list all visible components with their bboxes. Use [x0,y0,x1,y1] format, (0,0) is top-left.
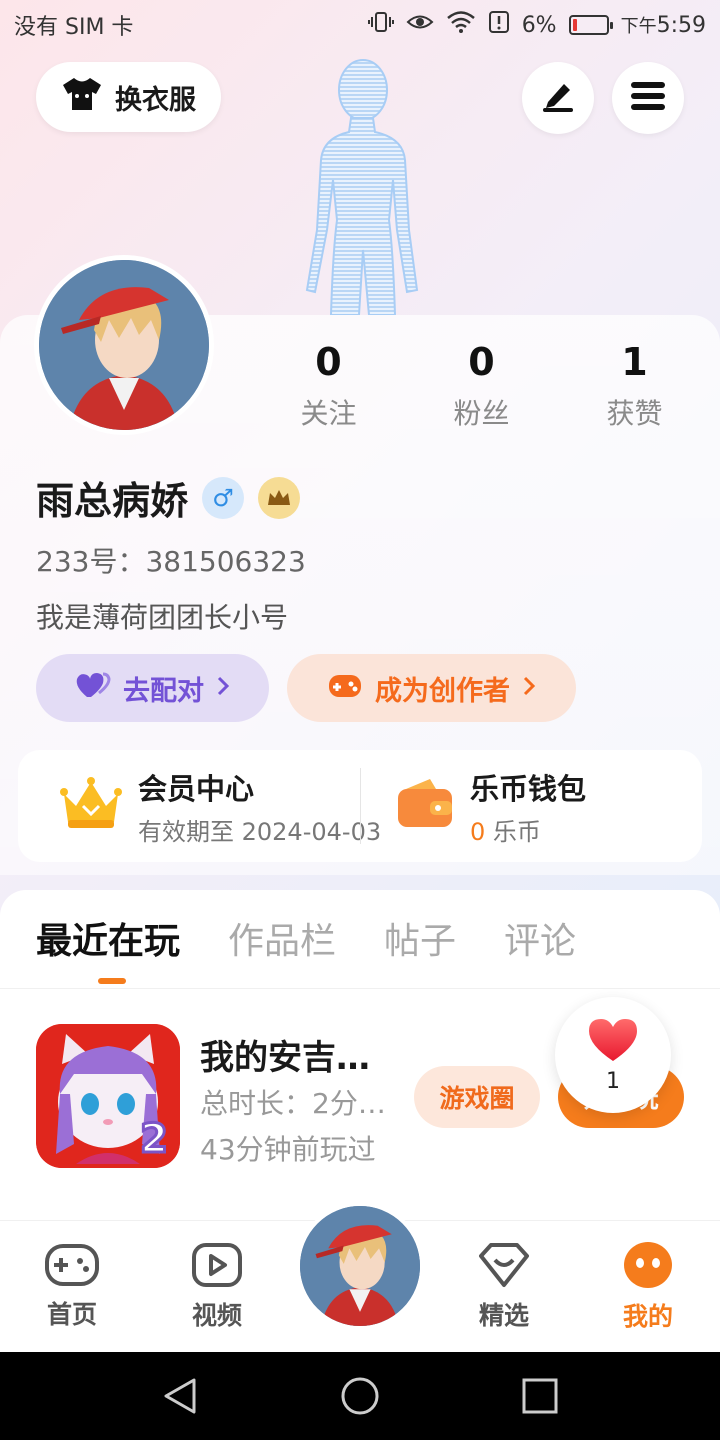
vibrate-icon [367,10,394,40]
carrier-text: 没有 SIM 卡 [14,15,134,40]
stat-fans[interactable]: 0 粉丝 [405,340,558,432]
wallet-unit: 乐币 [492,817,541,846]
nav-label: 视频 [191,1301,242,1330]
member-center[interactable]: 会员中心 有效期至 2024-04-03 [18,750,381,862]
wallet[interactable]: 乐币钱包 0 乐币 [360,750,702,862]
tab-recent-play[interactable]: 最近在玩 [36,912,180,984]
heart-icon [587,1017,639,1067]
battery-icon [568,15,613,35]
stat-value: 0 [468,340,495,384]
clock: 5:59 [656,13,706,38]
nav-mine[interactable]: 我的 [588,1221,708,1353]
male-gender-icon: ♂ [202,476,245,519]
nav-featured[interactable]: 精选 [444,1221,564,1353]
stat-label: 获赞 [606,397,663,430]
heart-icon [75,671,111,706]
divider [0,988,720,989]
game-icon[interactable]: 2 [36,1024,180,1168]
match-button[interactable]: 去配对 [36,654,269,722]
gender-symbol: ♂ [212,483,234,512]
creator-label: 成为创作者 [375,675,510,707]
tab-comments[interactable]: 评论 [504,912,576,964]
game-circle-button[interactable]: 游戏圈 [414,1066,540,1128]
game-last-played: 43分钟前玩过 [200,1133,376,1166]
match-label: 去配对 [123,675,204,707]
username-row: 雨总病娇 ♂ [36,470,301,525]
tab-posts[interactable]: 帖子 [384,912,456,964]
chevron-right-icon [216,673,230,704]
stat-value: 1 [621,340,648,384]
crown-badge-icon[interactable] [258,476,301,519]
become-creator-button[interactable]: 成为创作者 [287,654,576,722]
game-duration: 总时长：2分… [200,1087,386,1120]
avatar-hologram[interactable] [285,50,435,316]
stat-value: 0 [315,340,342,384]
stat-likes[interactable]: 1 获赞 [558,340,711,432]
like-count: 1 [606,1068,620,1094]
wallet-icon [396,777,454,835]
nav-label: 首页 [46,1300,97,1329]
member-wallet-card: 会员中心 有效期至 2024-04-03 乐币钱包 0 乐币 [18,750,702,862]
wallet-amount: 0 [470,817,486,846]
time-prefix: 下午 [620,16,657,37]
gamepad-icon [44,1243,100,1291]
member-title: 会员中心 [138,771,255,806]
profile-tabs: 最近在玩 作品栏 帖子 评论 [36,912,576,984]
menu-button[interactable] [612,62,684,134]
nav-label: 我的 [622,1302,673,1331]
nav-home[interactable]: 首页 [12,1221,132,1353]
stat-label: 关注 [300,397,357,430]
heart-box-icon [477,1242,531,1292]
nav-label: 精选 [478,1301,529,1330]
battery-percent: 6% [521,12,557,38]
menu-icon [630,81,666,115]
change-outfit-button[interactable]: 换衣服 [36,62,221,132]
back-icon[interactable] [160,1376,200,1420]
status-icons: 6% 下午5:59 [367,10,706,40]
game-version-badge: 2 [140,1116,168,1162]
stat-following[interactable]: 0 关注 [252,340,405,432]
tshirt-icon [61,76,103,119]
nav-center-avatar[interactable] [296,1202,424,1330]
avatar[interactable] [34,255,214,435]
edit-button[interactable] [522,62,594,134]
eye-icon [406,11,434,39]
profile-stats: 0 关注 0 粉丝 1 获赞 [252,340,712,432]
nav-video[interactable]: 视频 [157,1221,277,1353]
user-bio: 我是薄荷团团长小号 [36,601,289,634]
wallet-title: 乐币钱包 [470,771,587,806]
gamepad-icon [327,671,363,706]
user-id[interactable]: 233号：381506323 [36,540,306,580]
wifi-icon [446,10,476,40]
alert-icon [488,10,510,40]
status-bar: 没有 SIM 卡 6% 下午5:59 [0,0,720,50]
face-icon [623,1241,673,1293]
video-icon [191,1242,243,1292]
like-bubble[interactable]: 1 [555,997,671,1113]
tab-works[interactable]: 作品栏 [228,912,336,964]
home-icon[interactable] [340,1376,380,1420]
change-outfit-label: 换衣服 [115,84,196,116]
system-nav-bar [0,1352,720,1440]
chevron-right-icon [522,673,536,704]
recents-icon[interactable] [522,1378,558,1418]
game-title: 我的安吉… [200,1038,370,1078]
edit-icon [540,80,576,116]
stat-label: 粉丝 [453,397,510,430]
member-expiry: 有效期至 2024-04-03 [138,817,382,846]
username: 雨总病娇 [36,479,189,523]
crown-icon [60,776,122,836]
